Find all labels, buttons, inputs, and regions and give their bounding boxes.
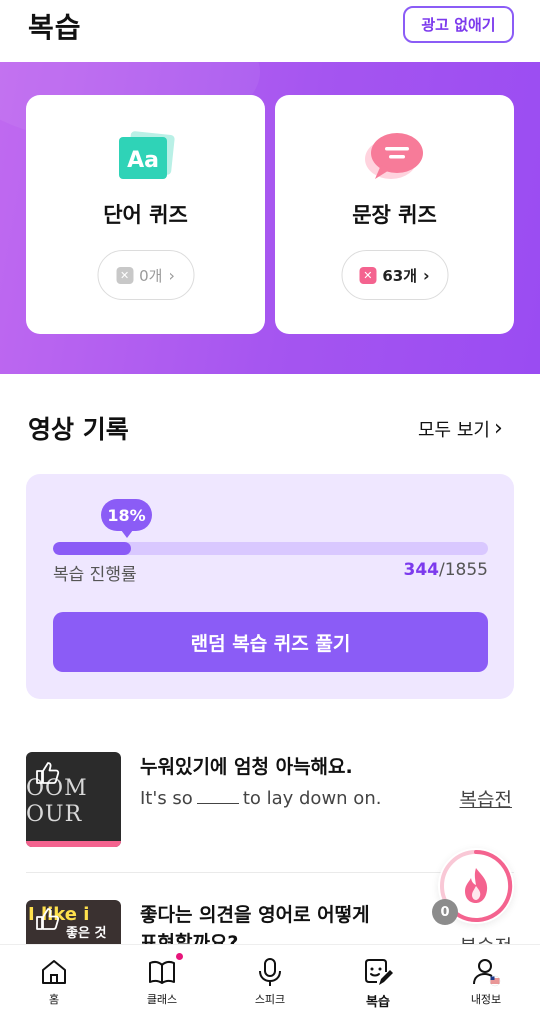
quiz-banner: Aa 단어 퀴즈 ✕ 0개 › 문장 퀴즈 ✕ 63개 ›	[0, 62, 540, 374]
notification-dot	[176, 953, 183, 960]
video-record-title: 영상 기록	[28, 415, 129, 444]
review-status-link[interactable]: 복습전	[460, 785, 512, 812]
progress-count: 344/1855	[404, 560, 489, 580]
word-quiz-card[interactable]: Aa 단어 퀴즈 ✕ 0개 ›	[26, 95, 265, 334]
nav-label-review: 복습	[366, 995, 390, 1010]
review-pencil-icon	[365, 959, 393, 985]
progress-bar-fill	[53, 542, 132, 555]
nav-item-myinfo[interactable]: 내정보	[432, 945, 540, 1018]
x-mark-icon: ✕	[359, 266, 377, 284]
progress-percent-badge: 18%	[101, 499, 152, 538]
book-icon	[149, 960, 175, 984]
progress-bar	[53, 542, 488, 555]
thumbnail-subtext: 좋은 것	[66, 926, 107, 941]
nav-item-class[interactable]: 클래스	[108, 945, 216, 1018]
microphone-icon	[259, 958, 281, 986]
nav-item-home[interactable]: 홈	[0, 945, 108, 1018]
list-item[interactable]: OOM OUR 누워있기에 엄청 아늑해요. It's so to lay dow…	[26, 752, 514, 847]
word-quiz-count-pill[interactable]: ✕ 0개 ›	[97, 250, 194, 300]
review-progress-card: 18% 복습 진행률 344/1855 랜덤 복습 퀴즈 풀기	[26, 474, 514, 699]
chevron-right-icon: ›	[168, 265, 175, 285]
progress-label: 복습 진행률	[53, 565, 137, 585]
see-all-label: 모두 보기	[418, 420, 490, 441]
svg-text:Aa: Aa	[127, 148, 159, 173]
nav-label-home: 홈	[48, 993, 60, 1006]
bottom-navigation: 홈 클래스 스피크 복습 내정보	[0, 944, 540, 1018]
random-quiz-button[interactable]: 랜덤 복습 퀴즈 풀기	[53, 612, 488, 672]
progress-total: /1855	[439, 560, 488, 580]
nav-label-speak: 스피크	[254, 993, 286, 1006]
thumbs-up-icon	[36, 762, 60, 784]
streak-count-badge: 0	[432, 899, 458, 925]
video-thumbnail: I like i 좋은 것	[26, 900, 121, 944]
review-status-link[interactable]: 복습전	[460, 932, 512, 944]
en-part-after: to lay down on.	[242, 788, 382, 809]
en-part-before: It's so	[140, 788, 193, 809]
sentence-quiz-card[interactable]: 문장 퀴즈 ✕ 63개 ›	[275, 95, 514, 334]
profile-icon	[473, 959, 501, 987]
item-english-sentence: It's so to lay down on.	[140, 788, 381, 809]
thumbs-up-icon	[36, 908, 60, 930]
remove-ads-button[interactable]: 광고 없애기	[403, 6, 514, 43]
home-icon	[42, 960, 66, 984]
video-thumbnail: OOM OUR	[26, 752, 121, 847]
x-mark-icon: ✕	[116, 266, 134, 284]
word-aa-icon: Aa	[119, 131, 175, 179]
chevron-right-icon: ›	[493, 416, 503, 441]
item-korean-sentence-line2: 표현할까요?	[140, 932, 239, 944]
nav-label-myinfo: 내정보	[470, 993, 502, 1006]
app-header: 복습 광고 없애기	[0, 0, 540, 62]
watched-indicator	[26, 841, 121, 847]
item-korean-sentence: 좋다는 의견을 영어로 어떻게	[140, 904, 370, 926]
sentence-quiz-count: 63개	[382, 266, 418, 285]
progress-done: 344	[403, 560, 440, 580]
sentence-quiz-count-pill[interactable]: ✕ 63개 ›	[341, 250, 448, 300]
item-korean-sentence: 누워있기에 엄청 아늑해요.	[140, 756, 353, 778]
word-quiz-count: 0개	[139, 266, 163, 285]
page-title: 복습	[28, 11, 82, 44]
nav-label-class: 클래스	[146, 993, 178, 1006]
blank-underline	[196, 788, 239, 804]
chevron-right-icon: ›	[423, 265, 430, 285]
sentence-quiz-label: 문장 퀴즈	[352, 203, 437, 227]
word-quiz-label: 단어 퀴즈	[103, 203, 188, 227]
see-all-link[interactable]: 모두 보기 ›	[418, 416, 503, 442]
nav-item-review[interactable]: 복습	[324, 945, 432, 1018]
chat-bubble-icon	[365, 133, 423, 179]
nav-item-speak[interactable]: 스피크	[216, 945, 324, 1018]
